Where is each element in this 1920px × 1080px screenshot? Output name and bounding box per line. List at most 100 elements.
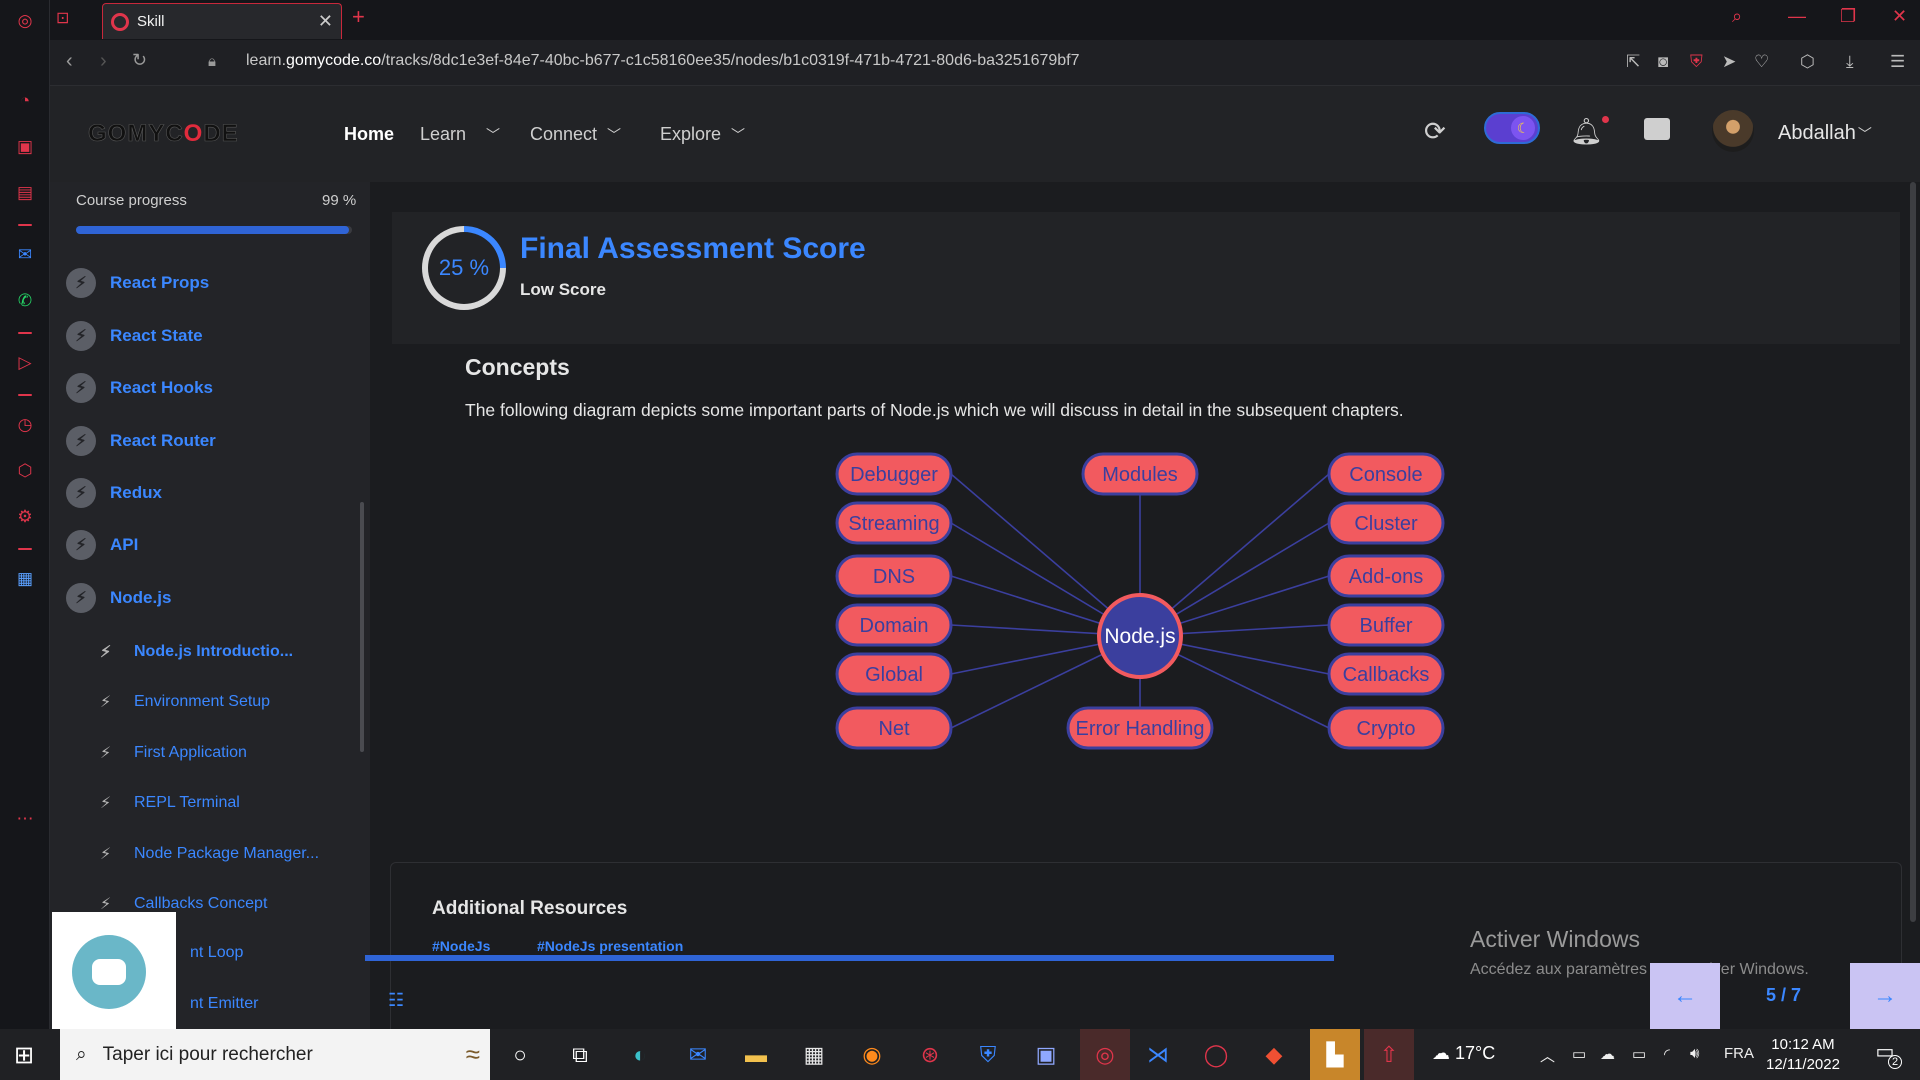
back-icon[interactable]: ‹ bbox=[66, 50, 73, 73]
speed-dial-icon[interactable]: ◔ bbox=[12, 88, 38, 114]
player-icon[interactable]: ▷ bbox=[12, 350, 38, 376]
windows-start-icon[interactable]: ⊞ bbox=[14, 1041, 34, 1070]
lesson-redux[interactable]: ⚡︎ Redux bbox=[66, 478, 162, 508]
sublesson-item[interactable]: ⚡︎ Environment Setup bbox=[100, 692, 270, 712]
clock[interactable]: 10:12 AM 12/11/2022 bbox=[1766, 1035, 1840, 1075]
game-icon[interactable]: ⊛ bbox=[910, 1039, 950, 1071]
lesson-react-hooks[interactable]: ⚡︎ React Hooks bbox=[66, 373, 213, 403]
page-scrollbar[interactable] bbox=[1910, 182, 1916, 922]
edge-icon[interactable]: ◐ bbox=[620, 1039, 660, 1071]
user-menu[interactable]: Abdallah ﹀ bbox=[1778, 122, 1872, 145]
taskbar-search[interactable]: ⌕ Taper ici pour rechercher ≈ bbox=[60, 1029, 490, 1080]
forward-icon[interactable]: › bbox=[100, 50, 107, 73]
sidebar-separator bbox=[18, 332, 32, 334]
nav-connect[interactable]: Connect ﹀ bbox=[530, 124, 621, 145]
upload-app-icon[interactable]: ⇧ bbox=[1364, 1029, 1414, 1080]
volume-icon[interactable]: 🔊︎ bbox=[1690, 1045, 1699, 1062]
opera-menu-icon[interactable]: ◎ bbox=[12, 8, 38, 34]
opera-icon[interactable]: ◯ bbox=[1196, 1039, 1236, 1071]
wifi-icon[interactable]: ◜ bbox=[1664, 1045, 1670, 1063]
sublesson-item[interactable]: ⚡︎ Node.js Introductio... bbox=[100, 642, 293, 662]
chat-button[interactable] bbox=[72, 935, 146, 1009]
minimize-icon[interactable]: — bbox=[1788, 6, 1806, 27]
resource-tag[interactable]: #NodeJs presentation bbox=[537, 938, 683, 954]
nav-explore[interactable]: Explore ﹀ bbox=[660, 124, 745, 145]
sidebar-scrollbar[interactable] bbox=[360, 502, 364, 752]
lesson-react-router[interactable]: ⚡︎ React Router bbox=[66, 426, 216, 456]
sublesson-item[interactable]: ⚡︎ First Application bbox=[100, 743, 247, 763]
camera-icon[interactable]: ◙ bbox=[1658, 52, 1668, 72]
gomycode-logo[interactable]: GOMYCODE bbox=[88, 120, 239, 148]
weather-widget[interactable]: ☁ 17°C bbox=[1432, 1043, 1495, 1064]
lesson-nodejs[interactable]: ⚡︎ Node.js bbox=[66, 583, 171, 613]
close-tab-icon[interactable]: ✕ bbox=[318, 11, 333, 32]
whatsapp-icon[interactable]: ✆ bbox=[12, 288, 38, 314]
cortana-icon[interactable]: ○ bbox=[500, 1039, 540, 1071]
share-icon[interactable]: ⇱ bbox=[1626, 52, 1640, 72]
close-window-icon[interactable]: ✕ bbox=[1892, 6, 1907, 27]
resource-tag[interactable]: #NodeJs bbox=[432, 938, 490, 954]
task-view-icon[interactable]: ⧉ bbox=[560, 1039, 600, 1071]
chevron-up-icon[interactable]: ︿ bbox=[1540, 1045, 1555, 1066]
nav-home[interactable]: Home bbox=[344, 124, 394, 145]
reload-icon[interactable]: ↻ bbox=[132, 50, 147, 71]
store-icon[interactable]: ▦ bbox=[794, 1039, 834, 1071]
download-icon[interactable]: ⤓ bbox=[1846, 52, 1854, 72]
sublesson-item[interactable]: ⚡︎ Node Package Manager... bbox=[100, 844, 319, 864]
lesson-react-props[interactable]: ⚡︎ React Props bbox=[66, 268, 209, 298]
sublesson-item[interactable]: nt Emitter bbox=[190, 995, 258, 1013]
battery-icon[interactable]: ▭ bbox=[1632, 1045, 1646, 1063]
file-explorer-icon[interactable]: ▬ bbox=[736, 1039, 776, 1071]
sublesson-item[interactable]: ⚡︎ REPL Terminal bbox=[100, 793, 240, 813]
sublesson-item[interactable]: ⚡︎ Callbacks Concept bbox=[100, 894, 267, 914]
more-icon[interactable]: ⋯ bbox=[12, 806, 38, 832]
url-field[interactable]: learn.gomycode.co/tracks/8dc1e3ef-84e7-4… bbox=[246, 52, 1080, 70]
search-tabs-icon[interactable]: ⌕ bbox=[1732, 6, 1742, 27]
prev-button[interactable]: ← bbox=[1650, 963, 1720, 1029]
sublesson-label: Environment Setup bbox=[134, 693, 271, 710]
nav-learn[interactable]: Learn ﹀ bbox=[420, 124, 500, 145]
translate-icon[interactable]: ▦ bbox=[12, 566, 38, 592]
bell-icon[interactable]: 🔔︎ bbox=[1570, 116, 1603, 147]
course-sidebar: Course progress 99 % ⚡︎ React Props ⚡︎ Rea… bbox=[50, 182, 370, 1029]
cube-icon[interactable]: ⬡ bbox=[12, 458, 38, 484]
firefox-icon[interactable]: ◉ bbox=[852, 1039, 892, 1071]
heart-icon[interactable]: ♡ bbox=[1754, 52, 1769, 72]
opera-gx-icon[interactable]: ◎ bbox=[1080, 1029, 1130, 1080]
notes-app-icon[interactable]: ▙ bbox=[1310, 1029, 1360, 1080]
sublesson-label: nt Emitter bbox=[190, 995, 259, 1012]
twitch-icon[interactable]: ▤ bbox=[12, 180, 38, 206]
vscode-icon[interactable]: ⋊ bbox=[1138, 1039, 1178, 1071]
mail-icon[interactable]: ✉ bbox=[678, 1039, 718, 1071]
messages-icon[interactable] bbox=[1644, 118, 1670, 140]
refresh-icon[interactable]: ⟳ bbox=[1424, 116, 1446, 147]
device-icon[interactable]: ▭ bbox=[1572, 1045, 1586, 1063]
tab-skill[interactable]: Skill ✕ bbox=[102, 3, 342, 39]
easy-setup-icon[interactable]: ☰ bbox=[1890, 52, 1905, 72]
vpn-shield-icon[interactable]: ⛨ bbox=[1690, 52, 1703, 72]
list-icon[interactable]: ☷ bbox=[388, 990, 404, 1011]
briefcase-icon[interactable]: ▣ bbox=[12, 134, 38, 160]
arrow-left-icon: ← bbox=[1673, 982, 1697, 1009]
box-icon[interactable]: ⬡ bbox=[1800, 52, 1815, 72]
git-icon[interactable]: ◆ bbox=[1254, 1039, 1294, 1071]
onedrive-icon[interactable]: ☁ bbox=[1600, 1045, 1615, 1063]
lesson-api[interactable]: ⚡︎ API bbox=[66, 530, 138, 560]
lesson-react-state[interactable]: ⚡︎ React State bbox=[66, 321, 203, 351]
send-icon[interactable]: ➤ bbox=[1722, 52, 1736, 72]
next-button[interactable]: → bbox=[1850, 963, 1920, 1029]
avatar[interactable] bbox=[1712, 110, 1754, 152]
messenger-icon[interactable]: ✉ bbox=[12, 242, 38, 268]
input-language[interactable]: FRA bbox=[1724, 1045, 1754, 1062]
diagram-node-label: Crypto bbox=[1357, 718, 1416, 740]
gamepad-icon[interactable]: ⊡ bbox=[56, 8, 69, 28]
dark-mode-toggle[interactable]: ☾ bbox=[1484, 112, 1540, 144]
remote-app-icon[interactable]: ▣ bbox=[1026, 1039, 1066, 1071]
bolt-icon: ⚡︎ bbox=[66, 321, 96, 351]
settings-icon[interactable]: ⚙ bbox=[12, 504, 38, 530]
restore-icon[interactable]: ❐ bbox=[1840, 6, 1856, 27]
new-tab-button[interactable]: + bbox=[352, 4, 365, 30]
history-icon[interactable]: ◷ bbox=[12, 412, 38, 438]
sublesson-item[interactable]: nt Loop bbox=[190, 944, 243, 962]
shield-app-icon[interactable]: ⛨ bbox=[968, 1039, 1008, 1071]
